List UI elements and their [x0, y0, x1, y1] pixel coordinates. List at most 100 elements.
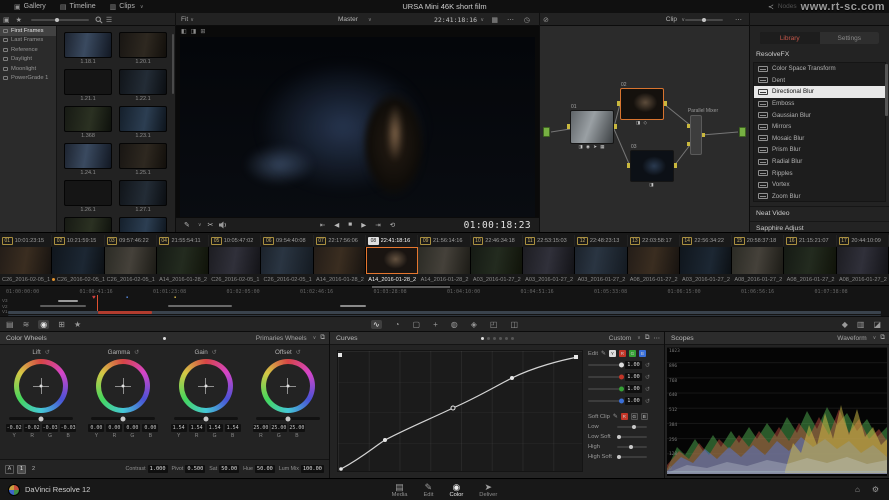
timeline-clip-header[interactable]: 09 21:56:14:16 — [418, 235, 471, 246]
clip-name[interactable]: A08_2016-01-27_2 — [732, 277, 784, 283]
gallery-still[interactable]: 1.24.1 — [64, 143, 112, 176]
reset-icon[interactable]: ↺ — [645, 398, 650, 405]
wheel-mode-dropdown[interactable]: Primaries Wheels — [256, 335, 307, 342]
timeline-clip-header[interactable]: 03 09:57:46:22 — [105, 235, 157, 246]
fx-item[interactable]: Zoom Blur — [754, 191, 885, 201]
field-value[interactable]: 100.00 — [300, 465, 324, 473]
node-graph-panel[interactable]: 01 ◨ ◉ ➤ ▦ 02 ◨ ◇ 03 ◨ Parallel Mixer — [540, 26, 750, 232]
group-2-button[interactable]: 2 — [29, 465, 38, 474]
slider-track[interactable] — [588, 398, 624, 404]
color-wheel-ring[interactable] — [178, 359, 233, 413]
page-tab[interactable]: ✎ Edit — [423, 482, 433, 498]
timeline-clip-header[interactable]: 01 10:01:23:15 — [0, 235, 53, 246]
slider-value[interactable]: 1.00 — [625, 397, 642, 405]
clip-name[interactable]: C26_2016-02-05_1 — [261, 277, 313, 283]
gallery-button[interactable]: ▣ Gallery — [14, 3, 46, 11]
node-view-dropdown[interactable]: Clip — [666, 16, 677, 23]
split-icon[interactable]: ◨ — [191, 28, 197, 35]
memories-icon[interactable]: ★ — [16, 16, 22, 24]
fx-item[interactable]: Radial Blur — [754, 156, 885, 168]
split-clip-icon[interactable]: ✂ — [208, 221, 214, 229]
section-sapphire[interactable]: Sapphire Adjust — [756, 225, 804, 232]
reset-icon[interactable]: ↺ — [645, 386, 650, 393]
clip-name[interactable]: A08_2016-01-27_2 — [628, 277, 680, 283]
reset-icon[interactable]: ↺ — [296, 349, 301, 356]
highlight-icon[interactable]: ⊞ — [200, 28, 205, 35]
annotate-pen-icon[interactable]: ✎ — [184, 221, 190, 229]
fx-item[interactable]: Mosaic Blur — [754, 133, 885, 145]
gallery-folder[interactable]: Moonlight — [0, 64, 56, 74]
timeline-clip-thumbnail[interactable] — [575, 247, 628, 274]
project-manager-icon[interactable]: ⌂ — [855, 485, 860, 494]
corrector-node-02-selected[interactable]: 02 ◨ ◇ — [617, 82, 667, 125]
node-zoom-slider[interactable] — [685, 17, 723, 22]
timeline-clip-thumbnail[interactable] — [732, 247, 785, 274]
go-to-end-button[interactable]: ⇥ — [375, 221, 380, 229]
expand-icon[interactable]: ⧉ — [880, 334, 885, 342]
wipe-icon[interactable]: ◧ — [181, 28, 187, 35]
timeline-clip-header[interactable]: 05 10:05:47:02 — [209, 235, 262, 246]
gallery-still[interactable] — [119, 217, 167, 232]
master-dropdown[interactable]: Master — [338, 16, 358, 23]
tracker-icon[interactable]: + — [433, 320, 438, 329]
timeline-clip-header[interactable]: 04 21:55:54:11 — [157, 235, 210, 246]
master-wheel-slider[interactable] — [91, 416, 156, 421]
slider-track[interactable] — [588, 386, 624, 392]
reset-icon[interactable]: ↺ — [645, 362, 650, 369]
list-view-icon[interactable]: ☰ — [106, 16, 112, 24]
node-output-port[interactable] — [739, 127, 746, 137]
soft-clip-pen-icon[interactable]: ✎ — [613, 414, 618, 420]
gallery-scrollbar[interactable] — [172, 34, 174, 94]
timeline-hscrollbar[interactable] — [372, 286, 450, 288]
field-value[interactable]: 50.00 — [254, 465, 275, 473]
fx-item[interactable]: Ripples — [754, 167, 885, 179]
clip-name[interactable]: A08_2016-01-27_2 — [837, 277, 889, 283]
clip-name[interactable]: A14_2016-01-28_2 — [314, 277, 366, 283]
slider-value[interactable]: 1.00 — [625, 373, 642, 381]
timeline-clip-thumbnail[interactable] — [313, 247, 367, 274]
gallery-folder[interactable]: First Frames — [0, 26, 56, 36]
clip-name[interactable]: C26_2016-02-05_1 — [105, 277, 157, 283]
curves-icon[interactable]: ∿ — [370, 319, 382, 329]
color-wheel-ring[interactable] — [14, 359, 69, 413]
color-wheel-ring[interactable] — [260, 359, 315, 413]
grid-icon[interactable]: ▦ — [491, 16, 498, 24]
timeline-clip-header[interactable]: 10 22:46:34:18 — [471, 235, 523, 246]
section-neat-video[interactable]: Neat Video — [756, 210, 790, 217]
power-window-icon[interactable]: ▢ — [413, 320, 421, 329]
slider-value[interactable]: 1.00 — [625, 361, 642, 369]
color-match-icon[interactable]: ≋ — [23, 320, 30, 329]
timeline-clip-thumbnail[interactable] — [0, 247, 53, 274]
timeline-clip-header[interactable]: 02 10:21:59:15 — [52, 235, 105, 246]
parallel-mixer-node[interactable]: Parallel Mixer — [687, 108, 718, 155]
gallery-still[interactable]: 1.22.1 — [119, 69, 167, 102]
yellow-marker-icon[interactable]: ▪ — [174, 295, 176, 301]
viewer-image[interactable] — [180, 37, 535, 217]
timeline-clip-header[interactable]: 14 22:56:34:22 — [680, 235, 733, 246]
timeline-clip-header[interactable]: 12 22:48:23:13 — [575, 235, 628, 246]
info-icon[interactable]: ◪ — [873, 320, 881, 329]
corrector-node-01[interactable]: 01 ◨ ◉ ➤ ▦ — [567, 104, 617, 149]
slider-track[interactable] — [588, 362, 624, 368]
master-wheel-slider[interactable] — [255, 416, 320, 421]
bypass-grades-icon[interactable]: ⊘ — [543, 16, 549, 24]
gallery-still[interactable]: 1.20.1 — [119, 32, 167, 65]
master-wheel-slider[interactable] — [9, 416, 74, 421]
field-value[interactable]: 50.00 — [219, 465, 240, 473]
sizing-icon[interactable]: ◰ — [490, 320, 498, 329]
rgb-mixer-icon[interactable]: ⊞ — [58, 320, 65, 329]
channel-g-button[interactable]: G — [628, 350, 636, 357]
slider-track[interactable] — [588, 374, 624, 380]
fx-item[interactable]: Emboss — [754, 98, 885, 110]
reset-icon[interactable]: ↺ — [645, 374, 650, 381]
curve-mode-dropdown[interactable]: Custom — [609, 335, 631, 342]
channel-r-button[interactable]: R — [618, 350, 626, 357]
timeline-button[interactable]: ▤ Timeline — [60, 3, 96, 11]
timeline-clip-thumbnail[interactable] — [470, 247, 523, 274]
step-back-button[interactable]: ◀ — [334, 221, 339, 229]
gallery-folder[interactable]: Daylight — [0, 55, 56, 65]
timeline-clip-thumbnail[interactable] — [104, 247, 157, 274]
curve-graph[interactable] — [337, 350, 583, 472]
slider-track[interactable] — [617, 455, 647, 459]
blue-marker-icon[interactable]: ▪ — [126, 295, 128, 301]
